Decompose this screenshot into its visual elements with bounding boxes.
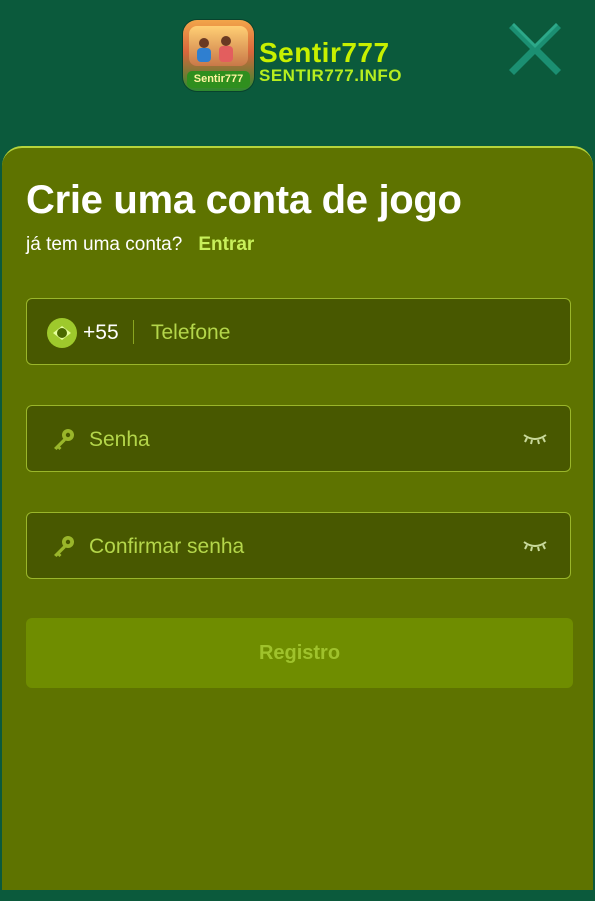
close-x-icon: [509, 23, 561, 75]
login-prompt-text: já tem uma conta?: [26, 234, 183, 255]
key-icon: [54, 429, 74, 450]
app-header: Sentir777 Sentir777 SENTIR777.INFO: [0, 0, 595, 146]
password-field[interactable]: Senha: [26, 405, 571, 472]
brand-name: Sentir777: [259, 37, 390, 68]
eye-closed-icon[interactable]: [522, 433, 548, 445]
logo-kid-head: [221, 36, 231, 46]
logo-kid-head: [199, 38, 209, 48]
logo-kid-body: [197, 48, 211, 62]
login-prompt: já tem uma conta? Entrar: [26, 234, 254, 256]
key-icon: [54, 536, 74, 557]
login-link[interactable]: Entrar: [198, 234, 254, 255]
eye-closed-icon[interactable]: [522, 540, 548, 552]
logo-tag: Sentir777: [187, 71, 250, 88]
phone-input[interactable]: Telefone: [151, 299, 230, 366]
field-divider: [133, 320, 134, 344]
country-code[interactable]: +55: [83, 299, 119, 366]
phone-field[interactable]: +55 Telefone: [26, 298, 571, 365]
brazil-flag-icon[interactable]: [47, 318, 77, 348]
close-button[interactable]: [506, 19, 564, 77]
register-button[interactable]: Registro: [26, 618, 573, 688]
confirm-password-field[interactable]: Confirmar senha: [26, 512, 571, 579]
brand-url: SENTIR777.INFO: [259, 66, 403, 85]
app-logo: Sentir777: [183, 20, 254, 91]
flag-globe: [57, 328, 67, 338]
bottom-bar: [0, 890, 595, 901]
logo-kid-body: [219, 46, 233, 62]
page-title: Crie uma conta de jogo: [26, 178, 462, 222]
password-input[interactable]: Senha: [89, 406, 150, 473]
confirm-password-input[interactable]: Confirmar senha: [89, 513, 244, 580]
